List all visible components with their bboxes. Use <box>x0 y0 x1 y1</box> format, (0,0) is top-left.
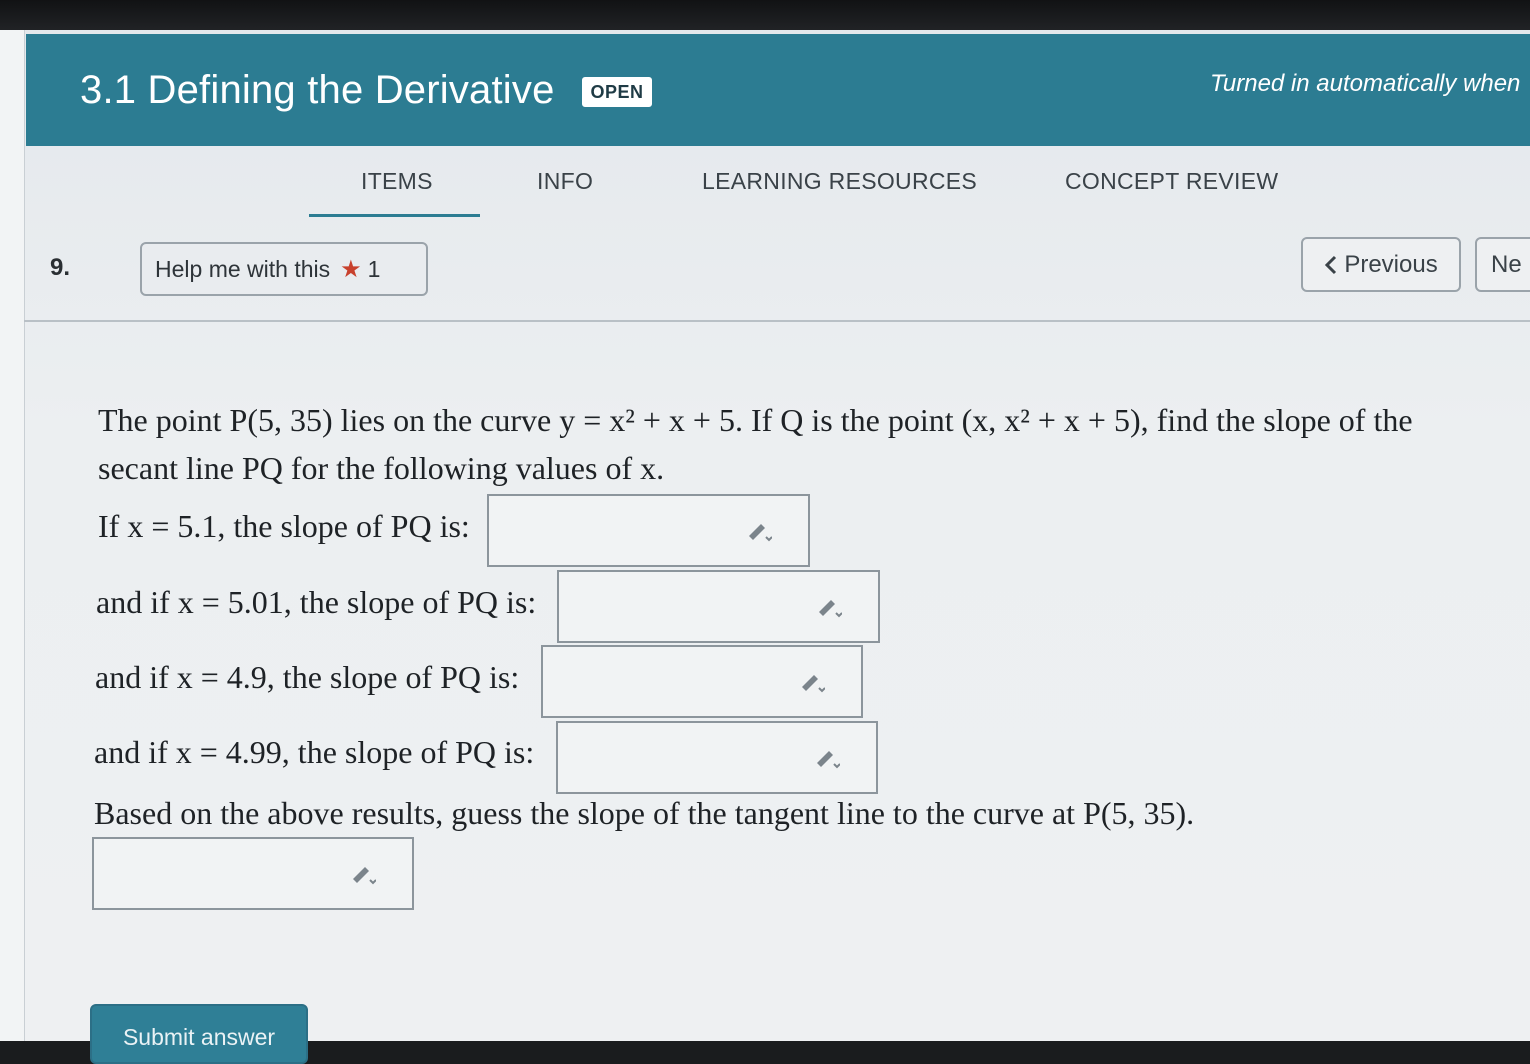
question-prompt-line-2: secant line PQ for the following values … <box>98 450 665 486</box>
tangent-prompt: Based on the above results, guess the sl… <box>94 795 1195 831</box>
next-button[interactable]: Ne <box>1475 237 1530 292</box>
part-label-2: and if x = 5.01, the slope of PQ is: <box>96 584 537 620</box>
question-number: 9. <box>50 254 71 281</box>
submit-answer-button[interactable]: Submit answer <box>90 1004 308 1064</box>
left-sidebar-edge <box>0 30 25 1041</box>
help-count: 1 <box>367 255 381 282</box>
pencil-icon <box>353 867 376 885</box>
answer-input-4[interactable] <box>556 721 878 794</box>
help-me-button[interactable]: Help me with this ★ 1 <box>140 242 428 296</box>
part-label-1: If x = 5.1, the slope of PQ is: <box>98 508 470 544</box>
part-label-3: and if x = 4.9, the slope of PQ is: <box>95 659 520 695</box>
answer-input-2[interactable] <box>557 570 880 643</box>
section-divider <box>24 320 1530 322</box>
star-icon: ★ <box>340 255 362 283</box>
pencil-icon <box>817 751 840 769</box>
previous-button[interactable]: Previous <box>1301 237 1461 292</box>
pencil-icon <box>819 600 842 618</box>
part-label-4: and if x = 4.99, the slope of PQ is: <box>94 734 535 770</box>
active-tab-indicator <box>309 214 480 217</box>
submit-label: Submit answer <box>122 1024 276 1050</box>
tangent-answer-input[interactable] <box>92 837 414 910</box>
chevron-left-icon <box>1325 255 1337 274</box>
answer-input-3[interactable] <box>541 645 863 718</box>
answer-input-1[interactable] <box>487 494 810 567</box>
question-prompt-line-1: The point P(5, 35) lies on the curve y =… <box>98 402 1413 438</box>
tab-items[interactable]: ITEMS <box>361 168 433 195</box>
tab-concept-review[interactable]: CONCEPT REVIEW <box>1065 168 1278 195</box>
previous-label: Previous <box>1344 250 1438 278</box>
tab-learning-resources[interactable]: LEARNING RESOURCES <box>702 168 977 195</box>
help-label: Help me with this <box>155 255 331 282</box>
assignment-title: 3.1 Defining the Derivative <box>80 68 555 112</box>
next-label: Ne <box>1491 250 1522 278</box>
auto-submit-note: Turned in automatically when <box>1210 70 1521 97</box>
pencil-icon <box>749 524 772 542</box>
pencil-icon <box>802 675 825 693</box>
tab-info[interactable]: INFO <box>537 168 593 195</box>
status-badge: OPEN <box>582 77 652 107</box>
